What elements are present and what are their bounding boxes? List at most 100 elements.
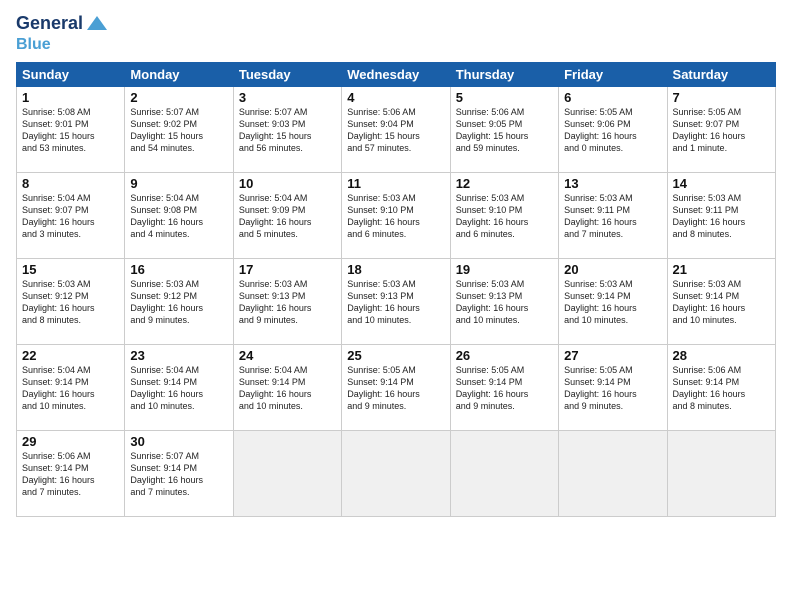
calendar-cell [342, 430, 450, 516]
day-info: Sunrise: 5:03 AM Sunset: 9:14 PM Dayligh… [564, 278, 661, 327]
day-number: 10 [239, 176, 336, 191]
calendar-weekday-saturday: Saturday [667, 62, 775, 86]
day-number: 17 [239, 262, 336, 277]
day-info: Sunrise: 5:05 AM Sunset: 9:14 PM Dayligh… [456, 364, 553, 413]
day-number: 9 [130, 176, 227, 191]
calendar-cell: 7Sunrise: 5:05 AM Sunset: 9:07 PM Daylig… [667, 86, 775, 172]
calendar-cell: 2Sunrise: 5:07 AM Sunset: 9:02 PM Daylig… [125, 86, 233, 172]
day-info: Sunrise: 5:06 AM Sunset: 9:04 PM Dayligh… [347, 106, 444, 155]
day-number: 23 [130, 348, 227, 363]
day-info: Sunrise: 5:04 AM Sunset: 9:14 PM Dayligh… [22, 364, 119, 413]
day-number: 28 [673, 348, 770, 363]
calendar-week-1: 1Sunrise: 5:08 AM Sunset: 9:01 PM Daylig… [17, 86, 776, 172]
day-number: 25 [347, 348, 444, 363]
day-number: 13 [564, 176, 661, 191]
calendar-cell: 23Sunrise: 5:04 AM Sunset: 9:14 PM Dayli… [125, 344, 233, 430]
calendar-cell: 19Sunrise: 5:03 AM Sunset: 9:13 PM Dayli… [450, 258, 558, 344]
calendar-week-4: 22Sunrise: 5:04 AM Sunset: 9:14 PM Dayli… [17, 344, 776, 430]
calendar-cell: 16Sunrise: 5:03 AM Sunset: 9:12 PM Dayli… [125, 258, 233, 344]
calendar-cell: 13Sunrise: 5:03 AM Sunset: 9:11 PM Dayli… [559, 172, 667, 258]
calendar-weekday-tuesday: Tuesday [233, 62, 341, 86]
calendar-cell: 15Sunrise: 5:03 AM Sunset: 9:12 PM Dayli… [17, 258, 125, 344]
calendar-cell: 26Sunrise: 5:05 AM Sunset: 9:14 PM Dayli… [450, 344, 558, 430]
day-info: Sunrise: 5:06 AM Sunset: 9:05 PM Dayligh… [456, 106, 553, 155]
day-number: 26 [456, 348, 553, 363]
calendar-cell: 6Sunrise: 5:05 AM Sunset: 9:06 PM Daylig… [559, 86, 667, 172]
calendar-cell: 24Sunrise: 5:04 AM Sunset: 9:14 PM Dayli… [233, 344, 341, 430]
day-number: 1 [22, 90, 119, 105]
day-info: Sunrise: 5:03 AM Sunset: 9:12 PM Dayligh… [22, 278, 119, 327]
calendar-weekday-sunday: Sunday [17, 62, 125, 86]
day-number: 29 [22, 434, 119, 449]
logo-blue-text: Blue [16, 36, 109, 54]
day-info: Sunrise: 5:04 AM Sunset: 9:14 PM Dayligh… [239, 364, 336, 413]
day-info: Sunrise: 5:03 AM Sunset: 9:10 PM Dayligh… [456, 192, 553, 241]
day-info: Sunrise: 5:03 AM Sunset: 9:14 PM Dayligh… [673, 278, 770, 327]
calendar-cell: 14Sunrise: 5:03 AM Sunset: 9:11 PM Dayli… [667, 172, 775, 258]
day-number: 8 [22, 176, 119, 191]
day-number: 15 [22, 262, 119, 277]
day-number: 18 [347, 262, 444, 277]
calendar-header-row: SundayMondayTuesdayWednesdayThursdayFrid… [17, 62, 776, 86]
day-info: Sunrise: 5:03 AM Sunset: 9:13 PM Dayligh… [239, 278, 336, 327]
day-info: Sunrise: 5:05 AM Sunset: 9:06 PM Dayligh… [564, 106, 661, 155]
calendar-weekday-friday: Friday [559, 62, 667, 86]
day-number: 30 [130, 434, 227, 449]
day-number: 27 [564, 348, 661, 363]
page: General Blue SundayMondayTuesdayWednesda… [0, 0, 792, 612]
day-info: Sunrise: 5:07 AM Sunset: 9:14 PM Dayligh… [130, 450, 227, 499]
day-number: 2 [130, 90, 227, 105]
calendar-cell: 12Sunrise: 5:03 AM Sunset: 9:10 PM Dayli… [450, 172, 558, 258]
day-number: 7 [673, 90, 770, 105]
day-number: 5 [456, 90, 553, 105]
calendar-cell: 8Sunrise: 5:04 AM Sunset: 9:07 PM Daylig… [17, 172, 125, 258]
calendar-cell: 10Sunrise: 5:04 AM Sunset: 9:09 PM Dayli… [233, 172, 341, 258]
calendar-weekday-monday: Monday [125, 62, 233, 86]
day-number: 21 [673, 262, 770, 277]
logo: General Blue [16, 12, 109, 54]
day-number: 6 [564, 90, 661, 105]
day-info: Sunrise: 5:04 AM Sunset: 9:14 PM Dayligh… [130, 364, 227, 413]
day-number: 3 [239, 90, 336, 105]
day-info: Sunrise: 5:03 AM Sunset: 9:13 PM Dayligh… [456, 278, 553, 327]
calendar-cell: 17Sunrise: 5:03 AM Sunset: 9:13 PM Dayli… [233, 258, 341, 344]
calendar-cell: 9Sunrise: 5:04 AM Sunset: 9:08 PM Daylig… [125, 172, 233, 258]
day-info: Sunrise: 5:06 AM Sunset: 9:14 PM Dayligh… [22, 450, 119, 499]
day-number: 22 [22, 348, 119, 363]
header: General Blue [16, 12, 776, 54]
day-info: Sunrise: 5:03 AM Sunset: 9:11 PM Dayligh… [564, 192, 661, 241]
calendar-cell [233, 430, 341, 516]
calendar-weekday-wednesday: Wednesday [342, 62, 450, 86]
calendar-cell [450, 430, 558, 516]
day-number: 14 [673, 176, 770, 191]
day-info: Sunrise: 5:06 AM Sunset: 9:14 PM Dayligh… [673, 364, 770, 413]
calendar-cell [667, 430, 775, 516]
day-info: Sunrise: 5:07 AM Sunset: 9:03 PM Dayligh… [239, 106, 336, 155]
calendar-cell: 5Sunrise: 5:06 AM Sunset: 9:05 PM Daylig… [450, 86, 558, 172]
day-info: Sunrise: 5:03 AM Sunset: 9:13 PM Dayligh… [347, 278, 444, 327]
calendar-cell: 22Sunrise: 5:04 AM Sunset: 9:14 PM Dayli… [17, 344, 125, 430]
calendar-cell: 4Sunrise: 5:06 AM Sunset: 9:04 PM Daylig… [342, 86, 450, 172]
day-info: Sunrise: 5:05 AM Sunset: 9:14 PM Dayligh… [564, 364, 661, 413]
calendar-cell: 21Sunrise: 5:03 AM Sunset: 9:14 PM Dayli… [667, 258, 775, 344]
calendar-cell: 20Sunrise: 5:03 AM Sunset: 9:14 PM Dayli… [559, 258, 667, 344]
calendar-cell: 1Sunrise: 5:08 AM Sunset: 9:01 PM Daylig… [17, 86, 125, 172]
day-info: Sunrise: 5:04 AM Sunset: 9:08 PM Dayligh… [130, 192, 227, 241]
day-info: Sunrise: 5:04 AM Sunset: 9:09 PM Dayligh… [239, 192, 336, 241]
logo-text: General [16, 14, 83, 34]
day-info: Sunrise: 5:04 AM Sunset: 9:07 PM Dayligh… [22, 192, 119, 241]
day-info: Sunrise: 5:08 AM Sunset: 9:01 PM Dayligh… [22, 106, 119, 155]
day-info: Sunrise: 5:03 AM Sunset: 9:12 PM Dayligh… [130, 278, 227, 327]
calendar-cell: 18Sunrise: 5:03 AM Sunset: 9:13 PM Dayli… [342, 258, 450, 344]
day-number: 4 [347, 90, 444, 105]
calendar-weekday-thursday: Thursday [450, 62, 558, 86]
day-number: 11 [347, 176, 444, 191]
calendar-table: SundayMondayTuesdayWednesdayThursdayFrid… [16, 62, 776, 517]
day-info: Sunrise: 5:03 AM Sunset: 9:10 PM Dayligh… [347, 192, 444, 241]
calendar-cell: 25Sunrise: 5:05 AM Sunset: 9:14 PM Dayli… [342, 344, 450, 430]
day-info: Sunrise: 5:03 AM Sunset: 9:11 PM Dayligh… [673, 192, 770, 241]
calendar-cell: 3Sunrise: 5:07 AM Sunset: 9:03 PM Daylig… [233, 86, 341, 172]
calendar-week-3: 15Sunrise: 5:03 AM Sunset: 9:12 PM Dayli… [17, 258, 776, 344]
calendar-week-5: 29Sunrise: 5:06 AM Sunset: 9:14 PM Dayli… [17, 430, 776, 516]
day-number: 19 [456, 262, 553, 277]
